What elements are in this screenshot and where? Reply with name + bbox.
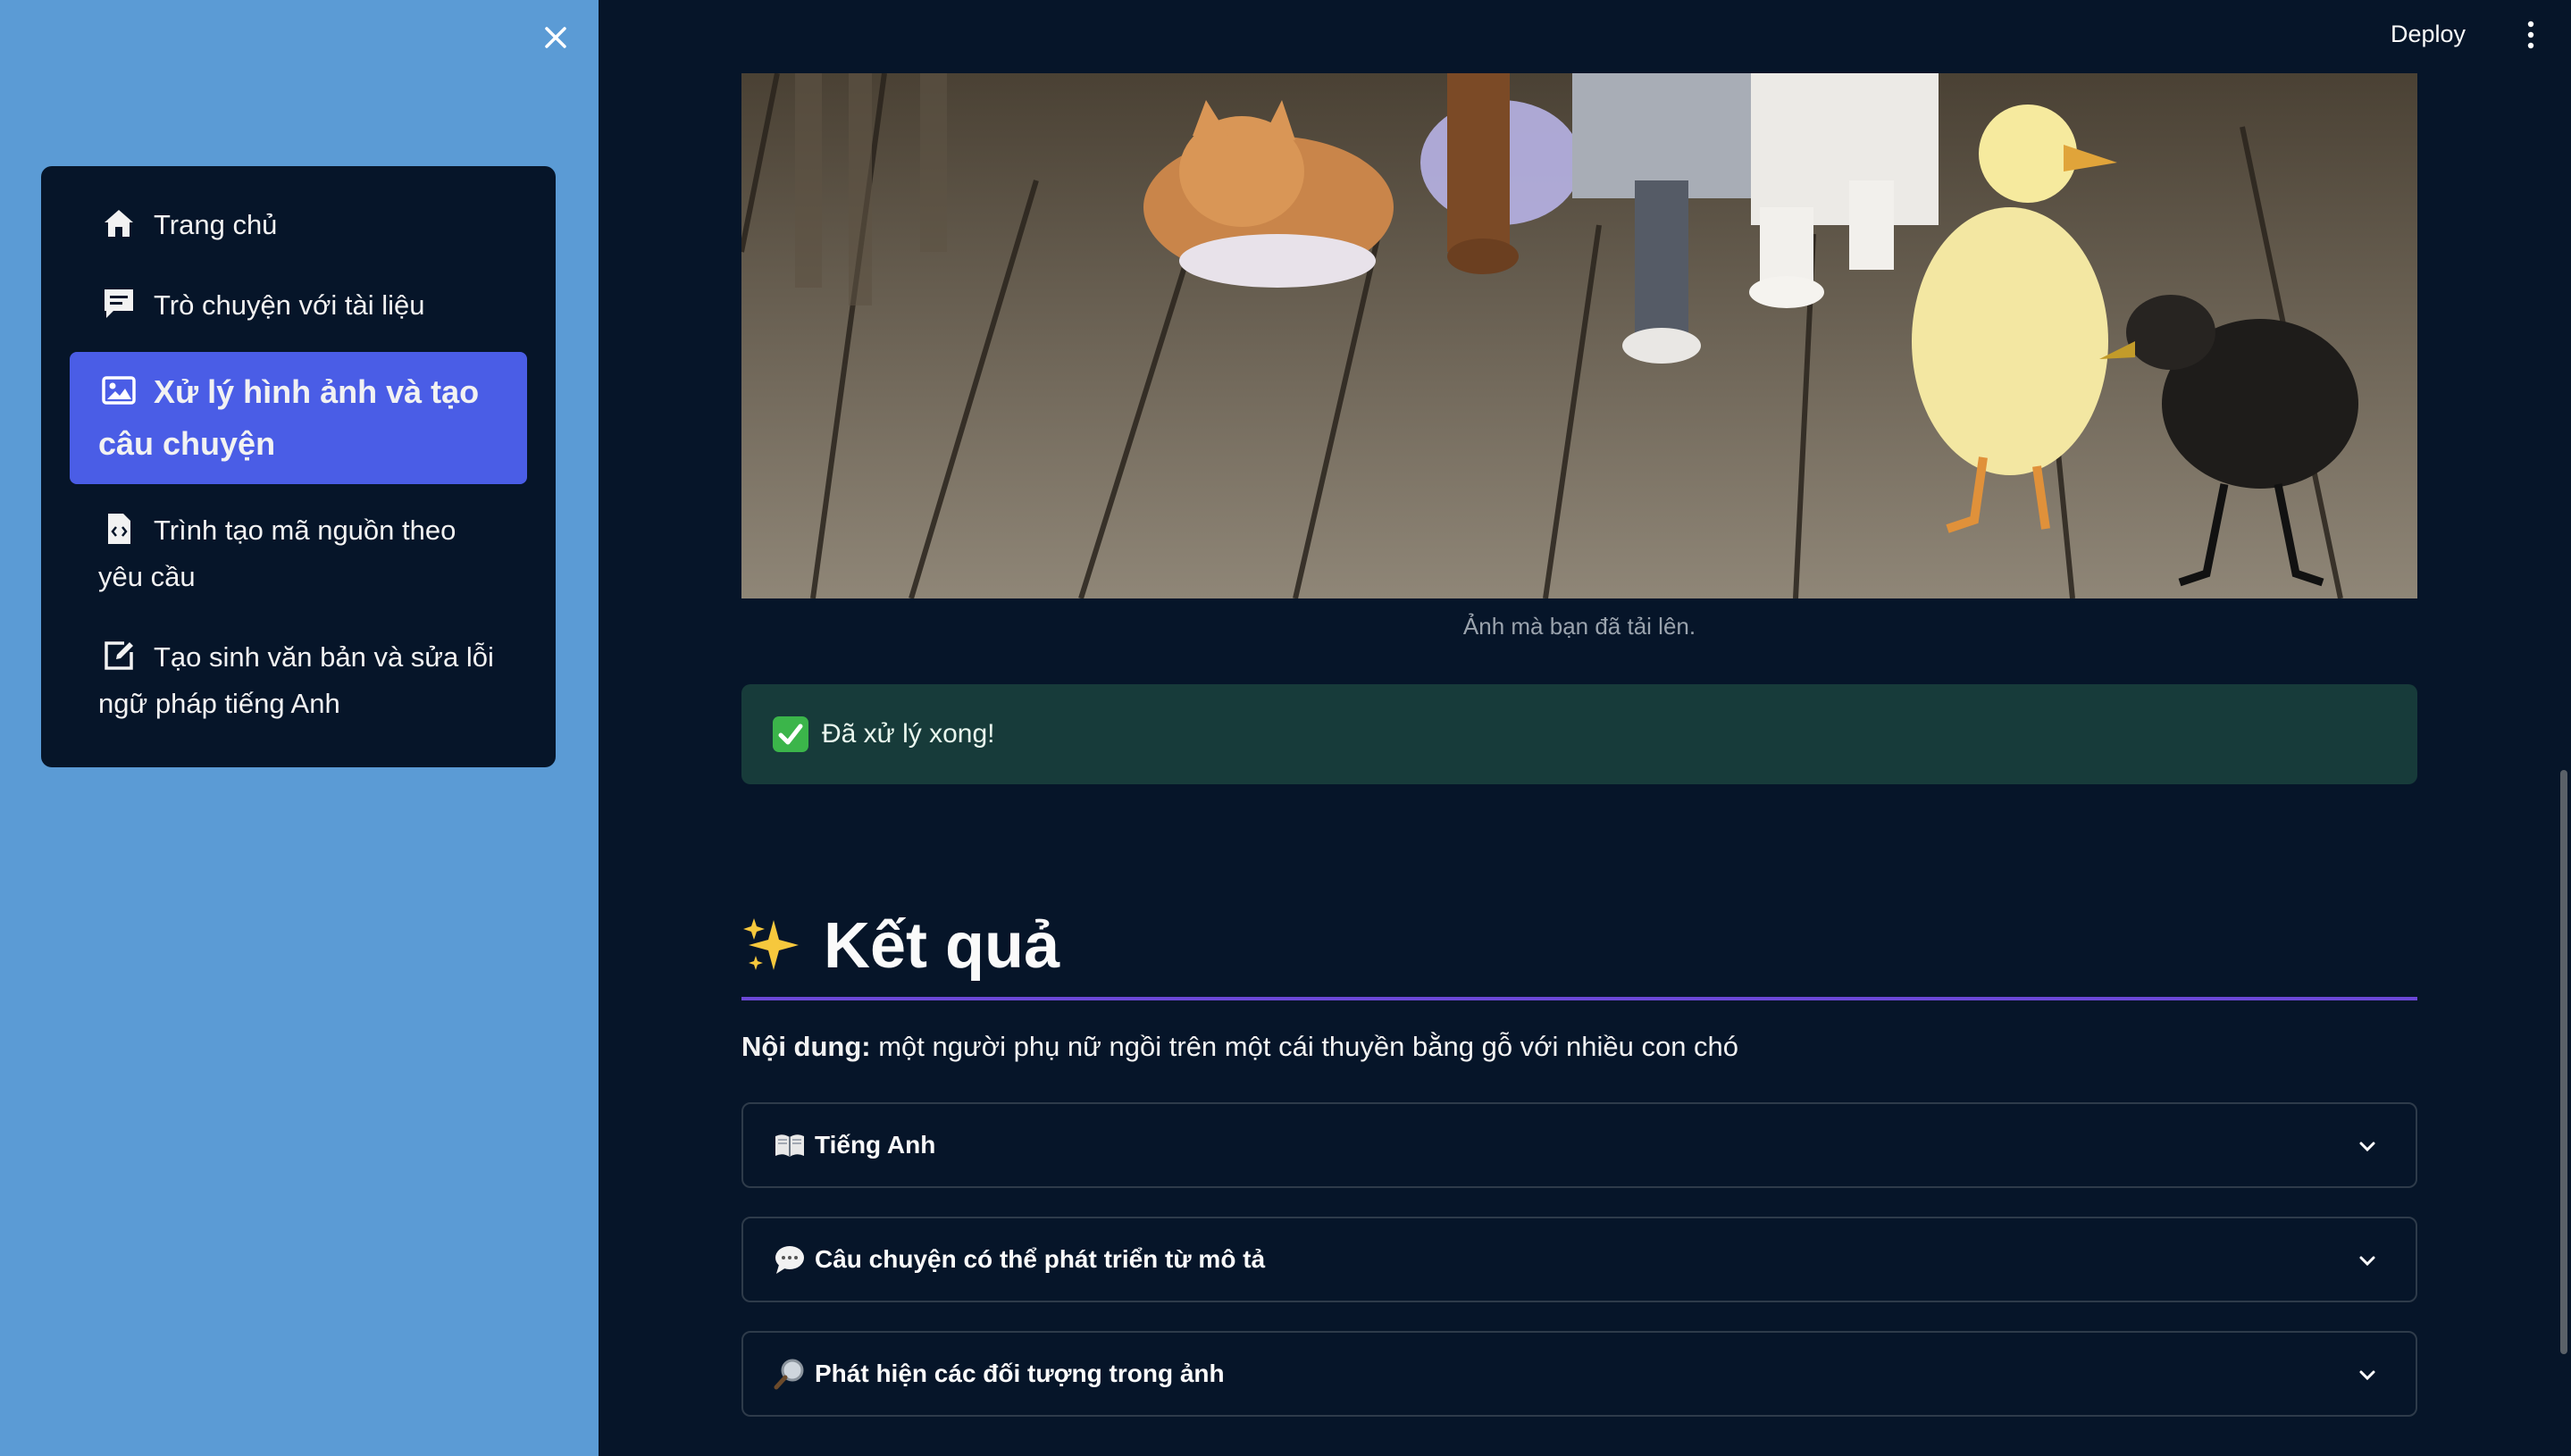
animals-on-deck-photo: [741, 73, 2417, 598]
success-alert: Đã xử lý xong!: [741, 684, 2417, 784]
nav-item-chat-documents[interactable]: Trò chuyện với tài liệu: [70, 272, 527, 339]
sparkles-icon: [743, 918, 799, 970]
home-icon: [105, 209, 133, 237]
expander-english[interactable]: Tiếng Anh: [741, 1102, 2417, 1188]
chevron-down-icon: [2359, 1370, 2375, 1381]
content-description: Nội dung: một người phụ nữ ngồi trên một…: [741, 1031, 2417, 1063]
nav-item-label: Tạo sinh văn bản và sửa lỗi ngữ pháp tiế…: [98, 641, 494, 719]
more-options-icon[interactable]: [2517, 16, 2544, 55]
nav-item-image-story[interactable]: Xử lý hình ảnh và tạo câu chuyện: [70, 352, 527, 484]
image-caption: Ảnh mà bạn đã tải lên.: [1462, 613, 1696, 640]
content-label: Nội dung:: [741, 1031, 871, 1062]
close-icon[interactable]: [536, 18, 575, 57]
expander-story[interactable]: Câu chuyện có thể phát triển từ mô tả: [741, 1217, 2417, 1302]
code-file-icon: [108, 513, 130, 544]
nav-item-label: Trình tạo mã nguồn theo yêu cầu: [98, 515, 456, 592]
nav-item-code-generator[interactable]: Trình tạo mã nguồn theo yêu cầu: [70, 497, 527, 611]
edit-icon: [105, 641, 133, 670]
nav-item-label: Xử lý hình ảnh và tạo câu chuyện: [98, 373, 480, 462]
check-icon: [773, 716, 808, 752]
expander-label: Câu chuyện có thể phát triển từ mô tả: [815, 1245, 1266, 1273]
chevron-down-icon: [2359, 1256, 2375, 1267]
nav-item-text-grammar[interactable]: Tạo sinh văn bản và sửa lỗi ngữ pháp tiế…: [70, 623, 527, 738]
chevron-down-icon: [2359, 1142, 2375, 1152]
navigation-menu: Trang chủ Trò chuyện với tài liệu Xử lý …: [41, 166, 556, 767]
expander-label: Tiếng Anh: [815, 1131, 936, 1159]
nav-item-label: Trò chuyện với tài liệu: [154, 289, 425, 321]
magnifier-icon: [774, 1359, 804, 1390]
deploy-button[interactable]: Deploy: [2391, 16, 2466, 52]
uploaded-image: [741, 73, 2417, 598]
chat-icon: [105, 289, 133, 318]
expander-label: Phát hiện các đối tượng trong ảnh: [815, 1360, 1225, 1387]
speech-bubble-icon: [775, 1246, 804, 1274]
results-heading: Kết quả: [741, 895, 2417, 1000]
expander-object-detection[interactable]: Phát hiện các đối tượng trong ảnh: [741, 1331, 2417, 1417]
success-message: Đã xử lý xong!: [822, 719, 995, 749]
image-icon: [102, 376, 136, 406]
nav-item-label: Trang chủ: [154, 209, 278, 240]
vertical-scrollbar[interactable]: [2560, 770, 2567, 1354]
sidebar: Trang chủ Trò chuyện với tài liệu Xử lý …: [0, 0, 599, 1456]
nav-item-home[interactable]: Trang chủ: [70, 191, 527, 259]
results-title: Kết quả: [824, 910, 1060, 982]
content-text: một người phụ nữ ngồi trên một cái thuyề…: [870, 1031, 1739, 1062]
book-icon: [775, 1134, 804, 1157]
